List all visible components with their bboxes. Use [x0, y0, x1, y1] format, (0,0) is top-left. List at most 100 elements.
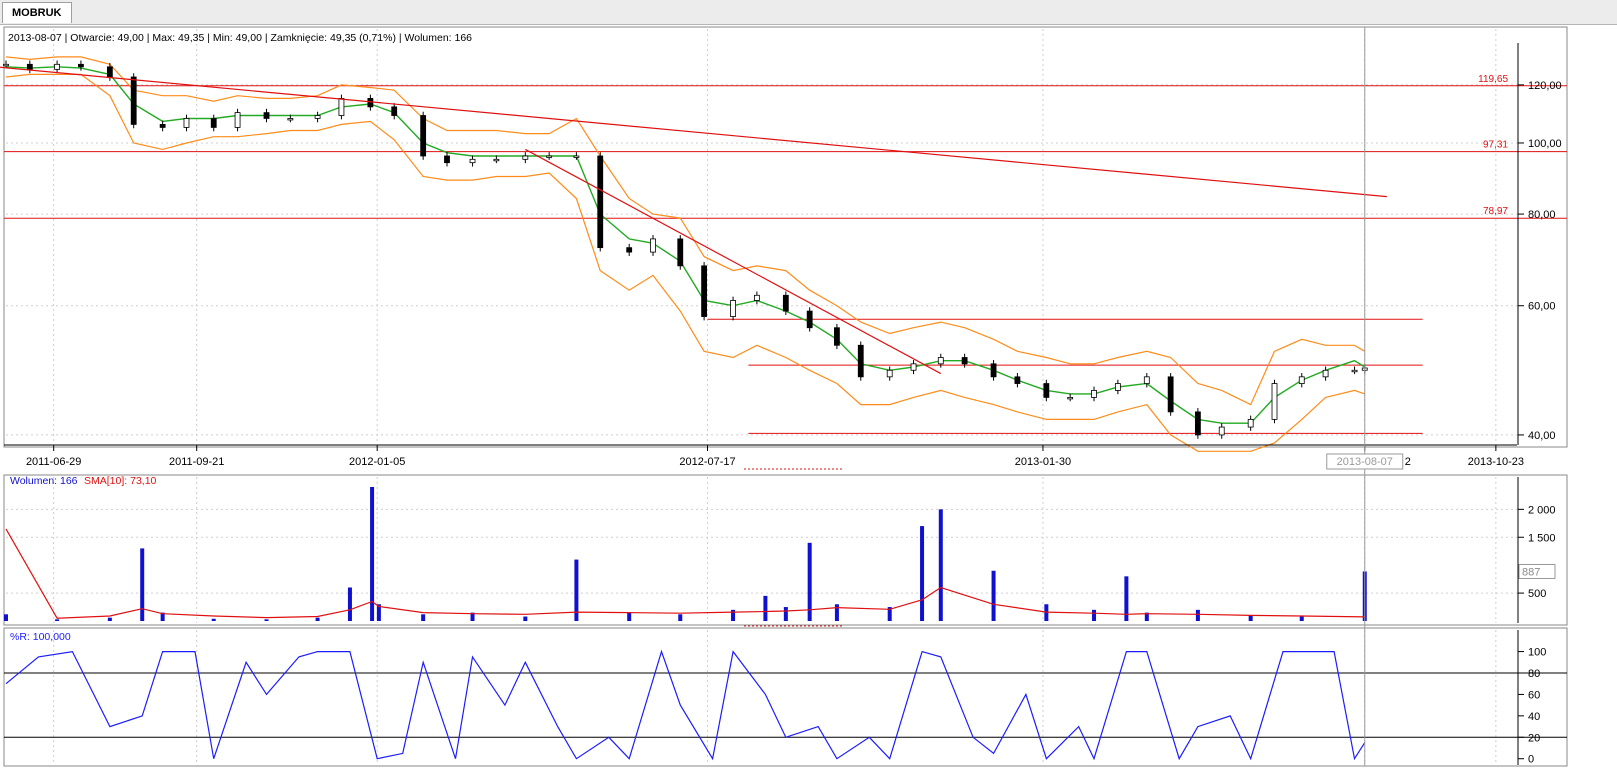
- price-info-line: 2013-08-07 | Otwarcie: 49,00 | Max: 49,3…: [8, 32, 472, 44]
- candle-body: [493, 158, 500, 162]
- y-tick-label: 40,00: [1528, 430, 1556, 442]
- candle-body: [1014, 376, 1021, 384]
- candle-body: [806, 310, 813, 329]
- volume-bar: [107, 617, 112, 621]
- volume-bar: [1299, 616, 1304, 621]
- candle-body: [937, 357, 944, 365]
- candle-body: [1143, 376, 1150, 384]
- candle-body: [3, 63, 9, 67]
- candle-body: [626, 247, 633, 253]
- upper-band-line: [5, 56, 1366, 406]
- candle-body: [1114, 383, 1121, 391]
- candle-body: [78, 63, 84, 68]
- tab-bar: MOBRUK: [0, 0, 1617, 25]
- candle-body: [677, 238, 684, 267]
- candle-body: [1067, 397, 1074, 400]
- trend-line: [525, 148, 942, 375]
- candle-body: [287, 118, 294, 121]
- wr-panel-frame: [3, 627, 1568, 767]
- candle-body: [1271, 383, 1278, 420]
- wr-grid: [4, 630, 1567, 765]
- wr-series-line: [5, 649, 1366, 761]
- wr-y-axis: 0 20 40 60 80 100: [1517, 630, 1546, 766]
- volume-marker-label: 887: [1522, 566, 1540, 578]
- volume-bar: [264, 619, 269, 621]
- wr-tick-label: 40: [1528, 711, 1540, 723]
- candle-body: [159, 124, 166, 128]
- wr-line: [5, 649, 1366, 761]
- volume-bar: [421, 614, 426, 621]
- candle-body: [597, 155, 604, 249]
- volume-bar: [783, 607, 788, 621]
- volume-bars: [4, 487, 1367, 621]
- x-tick-label: 2013-10-23: [1468, 456, 1524, 468]
- candle-body: [573, 155, 580, 158]
- candle-body: [469, 158, 476, 164]
- wr-tick-label: 100: [1528, 647, 1546, 659]
- candle-body: [910, 363, 917, 371]
- crosshair-cursor: 2013-08-07: [744, 27, 1404, 766]
- volume-bar: [991, 570, 996, 621]
- tab-mobruk[interactable]: MOBRUK: [2, 2, 72, 23]
- candle-body: [54, 63, 60, 70]
- trend-lines: [0, 66, 1387, 375]
- chart-area[interactable]: 119,65 97,31 78,97 40,00 60,00 80,00 100,00 12…: [0, 25, 1617, 768]
- stock-chart[interactable]: 119,65 97,31 78,97 40,00 60,00 80,00 100,00 12…: [0, 25, 1617, 768]
- volume-bar: [1248, 615, 1253, 621]
- volume-sma-label: SMA[10]: 73,10: [84, 475, 157, 487]
- price-panel: 119,65 97,31 78,97 40,00 60,00 80,00 100,00 12…: [0, 26, 1568, 452]
- wr-tick-label: 60: [1528, 689, 1540, 701]
- candle-body: [183, 118, 190, 128]
- volume-bar: [938, 509, 943, 621]
- candle-body: [367, 98, 374, 108]
- candle-body: [782, 294, 789, 312]
- x-tick-label: 2011-09-21: [169, 456, 224, 468]
- candle-body: [546, 155, 553, 158]
- volume-bar: [347, 587, 352, 621]
- bollinger-bands: [5, 56, 1366, 452]
- volume-y-axis: 500 1 500 2 000 887: [1517, 477, 1556, 623]
- x-tick-label: 2012-01-05: [349, 456, 405, 468]
- wr-tick-label: 20: [1528, 732, 1540, 744]
- volume-legend-label: Wolumen: 166: [10, 475, 78, 487]
- wr-tick-label: 0: [1528, 754, 1534, 766]
- candle-body: [314, 115, 321, 119]
- candle-body: [1218, 426, 1225, 436]
- candle-body: [1167, 376, 1174, 413]
- volume-bar: [834, 604, 839, 621]
- candle-body: [1247, 418, 1254, 428]
- cursor-date-label: 2013-08-07: [1337, 456, 1393, 468]
- volume-panel-frame: [3, 474, 1568, 626]
- price-y-axis: 40,00 60,00 80,00 100,00 120,00: [1517, 43, 1562, 445]
- candle-body: [1043, 383, 1050, 398]
- candle-body: [730, 300, 736, 317]
- candle-body: [857, 344, 864, 378]
- volume-bar: [55, 619, 60, 621]
- volume-bar: [1195, 609, 1200, 621]
- level-label: 97,31: [1483, 140, 1508, 151]
- volume-sma: [5, 528, 1365, 619]
- candle-body: [420, 115, 427, 157]
- y-tick-label: 60,00: [1528, 301, 1556, 313]
- price-grid: [6, 29, 1518, 443]
- volume-grid: [6, 477, 1518, 623]
- date-axis: 2011-06-29 2011-09-21 2012-01-05 2012-07-17…: [4, 444, 1524, 468]
- volume-bar: [211, 618, 216, 621]
- candle-body: [701, 265, 708, 317]
- x-tick-label: 2013-01-30: [1015, 456, 1071, 468]
- y-tick-label: 100,00: [1528, 138, 1562, 150]
- volume-bar: [4, 614, 8, 621]
- level-label: 78,97: [1483, 206, 1508, 217]
- volume-bar: [315, 617, 320, 621]
- candle-body: [1322, 369, 1329, 378]
- candle-body: [106, 66, 113, 78]
- candle-body: [130, 76, 137, 125]
- wr-tick-label: 80: [1528, 668, 1540, 680]
- candle-body: [263, 112, 270, 119]
- candle-body: [210, 118, 217, 128]
- sma-line: [5, 66, 1366, 424]
- volume-bar: [1092, 609, 1097, 621]
- volume-tick-label: 2 000: [1528, 504, 1556, 516]
- williams-r-panel: 0 20 40 60 80 100 %R: 100,000: [3, 627, 1568, 767]
- candle-body: [990, 363, 997, 378]
